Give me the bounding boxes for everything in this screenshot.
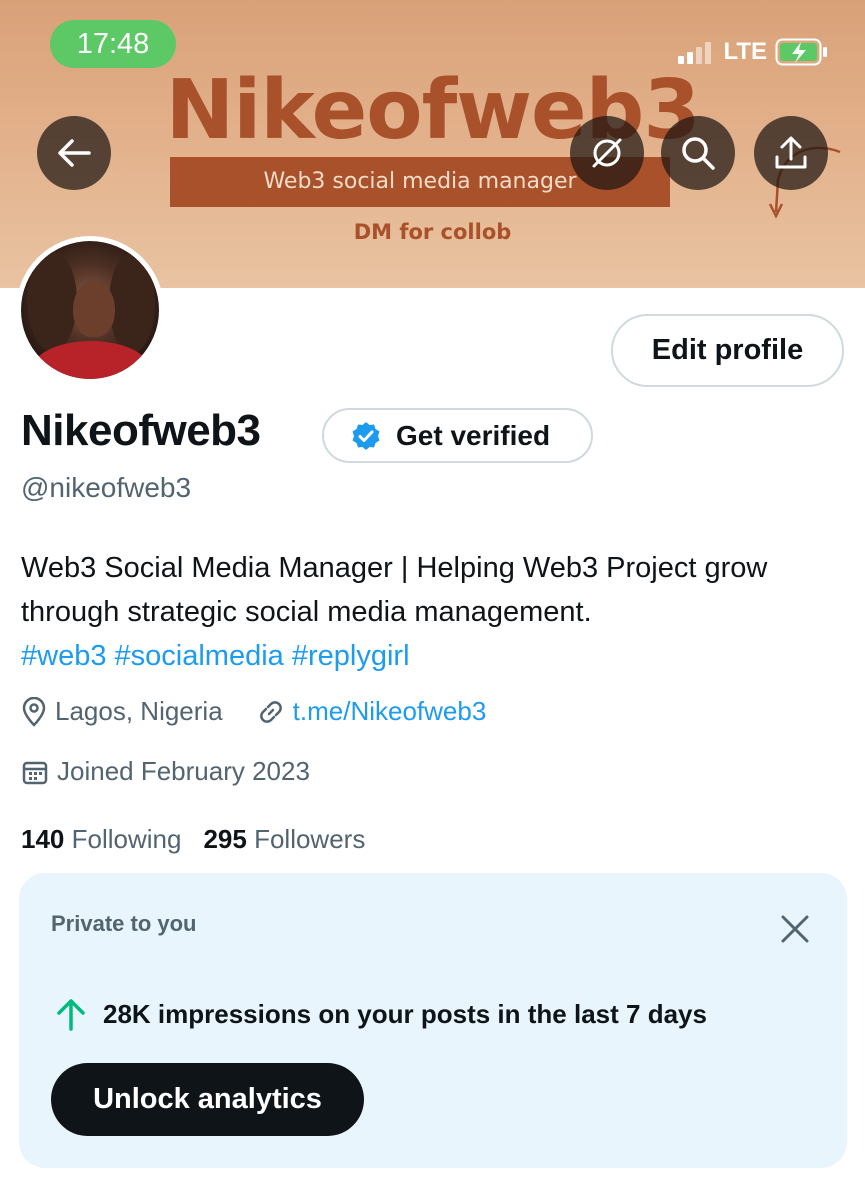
website-item[interactable]: t.me/Nikeofweb3 <box>257 696 487 727</box>
disable-notifications-button[interactable] <box>570 116 644 190</box>
following-label: Following <box>71 824 182 854</box>
search-button[interactable] <box>661 116 735 190</box>
following-stat[interactable]: 140 Following <box>21 824 181 855</box>
following-count: 140 <box>21 824 65 854</box>
joined-text: Joined February 2023 <box>57 756 310 786</box>
arrow-up-icon <box>57 999 85 1031</box>
profile-bio: Web3 Social Media Manager | Helping Web3… <box>21 546 851 678</box>
followers-count: 295 <box>203 824 247 854</box>
joined-row: Joined February 2023 <box>21 756 344 787</box>
bio-text: Web3 Social Media Manager | Helping Web3… <box>21 552 768 628</box>
calendar-icon <box>22 761 48 784</box>
link-icon <box>259 700 282 723</box>
hashtag-link[interactable]: #socialmedia <box>115 640 284 672</box>
edit-profile-button[interactable]: Edit profile <box>611 314 844 387</box>
back-button[interactable] <box>37 116 111 190</box>
followers-stat[interactable]: 295 Followers <box>203 824 365 855</box>
hashtag-link[interactable]: #replygirl <box>292 640 410 672</box>
impressions-text: 28K impressions on your posts in the las… <box>103 998 707 1029</box>
verified-badge-icon <box>352 421 380 450</box>
arrow-left-icon <box>58 139 91 167</box>
avatar-photo <box>21 241 159 379</box>
joined-item: Joined February 2023 <box>21 756 310 787</box>
share-button[interactable] <box>754 116 828 190</box>
follow-stats: 140 Following 295 Followers <box>21 824 365 855</box>
battery-charging-icon <box>775 38 827 66</box>
share-upload-icon <box>775 136 807 169</box>
private-analytics-card: Private to you 28K impressions on your p… <box>19 873 847 1168</box>
hashtag-link[interactable]: #web3 <box>21 640 106 672</box>
circle-slash-icon <box>592 138 622 168</box>
website-link[interactable]: t.me/Nikeofweb3 <box>293 696 487 727</box>
display-name: Nikeofweb3 <box>21 406 261 455</box>
get-verified-button[interactable]: Get verified <box>322 408 593 463</box>
close-icon[interactable] <box>777 911 813 947</box>
location-pin-icon <box>22 696 46 727</box>
network-label: LTE <box>723 38 767 65</box>
profile-meta-row: Lagos, Nigeria t.me/Nikeofweb3 <box>21 696 520 727</box>
avatar[interactable] <box>16 236 164 384</box>
banner-tagline: DM for collob <box>353 220 512 244</box>
unlock-analytics-button[interactable]: Unlock analytics <box>51 1063 364 1136</box>
location-item: Lagos, Nigeria <box>21 696 223 727</box>
status-indicators: LTE <box>678 38 829 66</box>
signal-icon <box>678 40 712 64</box>
impressions-row: 28K impressions on your posts in the las… <box>55 997 707 1031</box>
get-verified-label: Get verified <box>396 419 551 451</box>
banner-title: Nikeofweb3 <box>165 63 701 158</box>
followers-label: Followers <box>254 824 366 854</box>
bio-hashtags: #web3 #socialmedia #replygirl <box>21 634 851 678</box>
location-text: Lagos, Nigeria <box>55 696 223 726</box>
private-label: Private to you <box>51 911 197 936</box>
search-icon <box>682 137 715 170</box>
user-handle: @nikeofweb3 <box>21 472 192 503</box>
status-time: 17:48 <box>50 20 176 68</box>
